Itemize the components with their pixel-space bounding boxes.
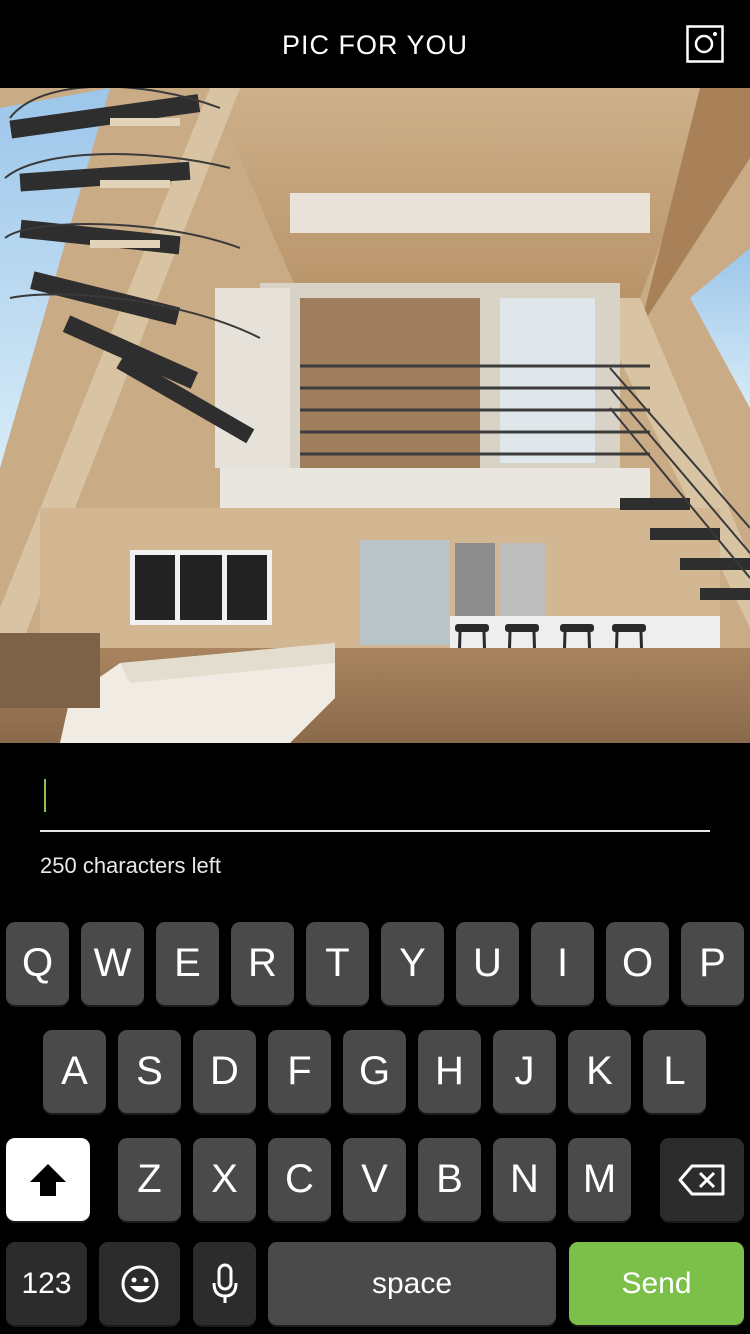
emoji-icon bbox=[121, 1265, 158, 1302]
microphone-key[interactable] bbox=[193, 1242, 256, 1325]
shift-key[interactable] bbox=[6, 1138, 90, 1221]
shift-icon bbox=[30, 1163, 66, 1196]
space-key[interactable]: space bbox=[268, 1242, 556, 1325]
backspace-icon bbox=[678, 1164, 725, 1195]
key-g[interactable]: G bbox=[343, 1030, 406, 1113]
key-a[interactable]: A bbox=[43, 1030, 106, 1113]
page-title: PIC FOR YOU bbox=[281, 30, 469, 60]
key-f[interactable]: F bbox=[268, 1030, 331, 1113]
key-y[interactable]: Y bbox=[381, 922, 444, 1005]
comment-area[interactable]: 250 characters left bbox=[0, 743, 750, 913]
key-h[interactable]: H bbox=[418, 1030, 481, 1113]
instagram-icon[interactable] bbox=[686, 25, 724, 63]
key-z[interactable]: Z bbox=[118, 1138, 181, 1221]
key-o[interactable]: O bbox=[606, 922, 669, 1005]
key-e[interactable]: E bbox=[156, 922, 219, 1005]
input-underline bbox=[40, 830, 710, 832]
key-x[interactable]: X bbox=[193, 1138, 256, 1221]
key-p[interactable]: P bbox=[681, 922, 744, 1005]
send-button[interactable]: Send bbox=[569, 1242, 744, 1325]
key-n[interactable]: N bbox=[493, 1138, 556, 1221]
key-r[interactable]: R bbox=[231, 922, 294, 1005]
key-q[interactable]: Q bbox=[6, 922, 69, 1005]
top-bar: PIC FOR YOU bbox=[0, 0, 750, 88]
key-j[interactable]: J bbox=[493, 1030, 556, 1113]
keyboard: Q W E R T Y U I O P A S D F G H J K L Z … bbox=[0, 913, 750, 1334]
emoji-key[interactable] bbox=[99, 1242, 180, 1325]
room-photo bbox=[0, 88, 750, 743]
character-counter: 250 characters left bbox=[40, 853, 221, 878]
key-c[interactable]: C bbox=[268, 1138, 331, 1221]
key-s[interactable]: S bbox=[118, 1030, 181, 1113]
key-i[interactable]: I bbox=[531, 922, 594, 1005]
microphone-icon bbox=[212, 1263, 237, 1303]
key-k[interactable]: K bbox=[568, 1030, 631, 1113]
backspace-key[interactable] bbox=[660, 1138, 744, 1221]
key-b[interactable]: B bbox=[418, 1138, 481, 1221]
key-u[interactable]: U bbox=[456, 922, 519, 1005]
key-l[interactable]: L bbox=[643, 1030, 706, 1113]
key-m[interactable]: M bbox=[568, 1138, 631, 1221]
text-caret bbox=[44, 779, 46, 812]
key-w[interactable]: W bbox=[81, 922, 144, 1005]
key-t[interactable]: T bbox=[306, 922, 369, 1005]
numbers-key[interactable]: 123 bbox=[6, 1242, 87, 1325]
key-v[interactable]: V bbox=[343, 1138, 406, 1221]
key-d[interactable]: D bbox=[193, 1030, 256, 1113]
